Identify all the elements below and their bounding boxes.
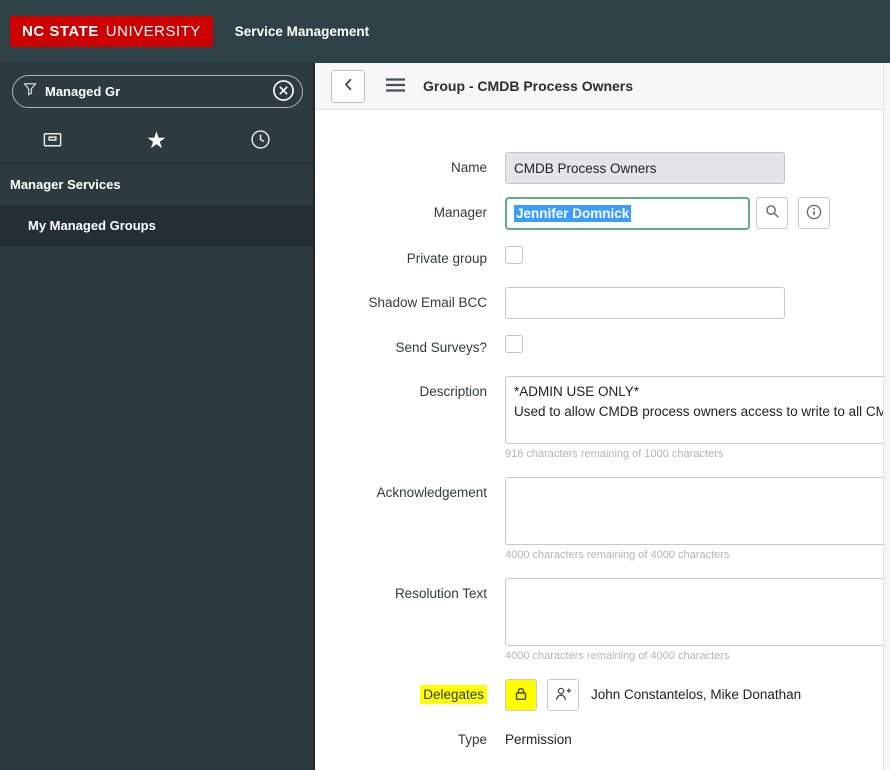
form-row-type: Type Permission bbox=[315, 724, 890, 747]
manager-lookup-button[interactable] bbox=[756, 197, 788, 229]
name-input[interactable] bbox=[505, 152, 785, 184]
form-row-private-group: Private group bbox=[315, 243, 890, 266]
clear-icon bbox=[272, 79, 295, 105]
description-label: Description bbox=[419, 384, 487, 399]
type-label: Type bbox=[457, 732, 487, 747]
form-row-description: Description *ADMIN USE ONLY* Used to all… bbox=[315, 376, 890, 460]
group-form: Name Manager Jennifer Domnick bbox=[315, 110, 890, 747]
form-row-resolution-text: Resolution Text 4000 characters remainin… bbox=[315, 578, 890, 662]
resolution-text-label: Resolution Text bbox=[394, 586, 487, 601]
favorites-tab[interactable]: ★ bbox=[104, 118, 208, 163]
form-row-manager: Manager Jennifer Domnick bbox=[315, 197, 890, 230]
type-value: Permission bbox=[505, 732, 572, 747]
logo-secondary-text: UNIVERSITY bbox=[105, 23, 201, 40]
app-header: NC STATE UNIVERSITY Service Management bbox=[0, 0, 890, 63]
lock-icon bbox=[513, 686, 529, 705]
description-textarea[interactable]: *ADMIN USE ONLY* Used to allow CMDB proc… bbox=[505, 376, 890, 444]
acknowledgement-textarea[interactable] bbox=[505, 477, 890, 545]
favorites-star-icon: ★ bbox=[146, 127, 167, 153]
delegates-add-user-button[interactable] bbox=[547, 679, 579, 711]
hamburger-menu-icon bbox=[385, 77, 406, 96]
sidebar-filter bbox=[12, 75, 303, 108]
manager-input[interactable]: Jennifer Domnick bbox=[505, 197, 750, 230]
form-row-acknowledgement: Acknowledgement 4000 characters remainin… bbox=[315, 477, 890, 561]
form-row-send-surveys: Send Surveys? bbox=[315, 332, 890, 355]
sidebar-item-my-managed-groups[interactable]: My Managed Groups bbox=[0, 206, 313, 246]
delegates-label-highlight: Delegates bbox=[420, 685, 487, 704]
sidebar-filter-input[interactable] bbox=[45, 84, 270, 99]
collections-tab[interactable] bbox=[0, 118, 104, 163]
history-tab[interactable] bbox=[209, 118, 313, 163]
acknowledgement-label: Acknowledgement bbox=[376, 485, 487, 500]
main-content: Group - CMDB Process Owners Name Manager… bbox=[315, 63, 890, 770]
delegates-value: John Constantelos, Mike Donathan bbox=[591, 687, 802, 702]
description-char-counter: 916 characters remaining of 1000 charact… bbox=[505, 448, 724, 460]
manager-info-button[interactable] bbox=[798, 197, 830, 229]
add-user-icon bbox=[554, 686, 572, 705]
resolution-text-textarea[interactable] bbox=[505, 578, 890, 646]
logo-primary-text: NC STATE bbox=[22, 23, 99, 40]
search-icon bbox=[765, 204, 780, 222]
form-row-delegates: Delegates John Constantelos, Mike Donath… bbox=[315, 679, 890, 711]
form-row-shadow-email-bcc: Shadow Email BCC bbox=[315, 287, 890, 319]
manager-selected-text: Jennifer Domnick bbox=[514, 205, 632, 222]
sidebar-section-manager-services: Manager Services bbox=[0, 164, 313, 206]
page-title: Group - CMDB Process Owners bbox=[423, 78, 634, 94]
app-title: Service Management bbox=[234, 24, 370, 39]
manager-label: Manager bbox=[433, 205, 487, 220]
back-button[interactable] bbox=[331, 69, 365, 103]
shadow-email-bcc-label: Shadow Email BCC bbox=[368, 295, 487, 310]
collections-icon bbox=[41, 128, 64, 154]
delegates-label: Delegates bbox=[315, 679, 487, 711]
ncstate-logo[interactable]: NC STATE UNIVERSITY bbox=[10, 16, 213, 47]
clear-filter-button[interactable] bbox=[270, 79, 296, 105]
resolution-text-char-counter: 4000 characters remaining of 4000 charac… bbox=[505, 650, 730, 662]
vertical-scrollbar[interactable] bbox=[883, 63, 890, 770]
name-label: Name bbox=[450, 160, 487, 175]
back-chevron-icon bbox=[341, 77, 356, 95]
form-row-name: Name bbox=[315, 152, 890, 184]
private-group-label: Private group bbox=[406, 251, 487, 266]
shadow-email-bcc-input[interactable] bbox=[505, 287, 785, 319]
private-group-checkbox[interactable] bbox=[505, 246, 523, 264]
send-surveys-label: Send Surveys? bbox=[395, 340, 487, 355]
send-surveys-checkbox[interactable] bbox=[505, 335, 523, 353]
context-menu-button[interactable] bbox=[381, 73, 410, 100]
history-clock-icon bbox=[249, 128, 272, 154]
delegates-lock-button[interactable] bbox=[505, 679, 537, 711]
acknowledgement-char-counter: 4000 characters remaining of 4000 charac… bbox=[505, 549, 730, 561]
filter-icon bbox=[23, 82, 37, 101]
sidebar: ★ Manager Services My Managed Groups bbox=[0, 63, 315, 770]
content-header: Group - CMDB Process Owners bbox=[315, 63, 890, 110]
sidebar-icon-tabs: ★ bbox=[0, 118, 313, 164]
info-icon bbox=[806, 204, 822, 223]
